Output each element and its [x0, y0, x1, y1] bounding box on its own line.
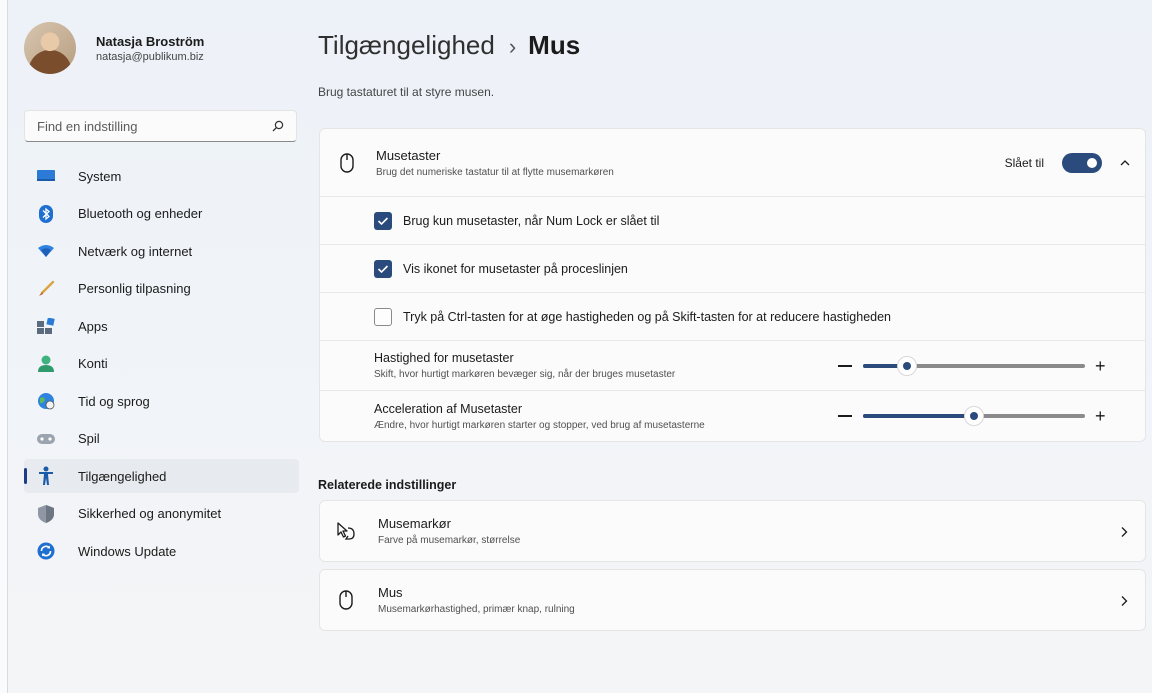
option-num-lock[interactable]: Brug kun musetaster, når Num Lock er slå… [320, 197, 1145, 245]
bluetooth-icon [36, 204, 56, 224]
page-subtitle: Brug tastaturet til at styre musen. [318, 85, 495, 99]
checkbox-ctrl-shift-speed[interactable] [374, 307, 392, 326]
window-edge [0, 0, 8, 693]
sidebar-item-personalization[interactable]: Personlig tilpasning [24, 272, 299, 306]
speed-description: Skift, hvor hurtigt markøren bevæger sig… [374, 369, 676, 380]
avatar[interactable] [24, 22, 76, 74]
user-profile[interactable]: Natasja Broström natasja@publikum.biz [16, 22, 296, 74]
checkmark-icon [377, 216, 389, 225]
sidebar-item-label: Bluetooth og enheder [78, 206, 203, 221]
mouse-keys-card: Musetaster Brug det numeriske tastatur t… [319, 128, 1146, 442]
related-settings-title: Relaterede indstillinger [318, 478, 457, 492]
sidebar-item-label: Tid og sprog [78, 393, 150, 409]
mouse-keys-title: Musetaster [376, 147, 441, 163]
minus-icon [838, 415, 852, 417]
checkbox-label: Tryk på Ctrl-tasten for at øge hastighed… [403, 309, 892, 324]
mouse-pointer-icon [337, 522, 355, 540]
speed-setting: Hastighed for musetaster Skift, hvor hur… [320, 341, 1145, 391]
apps-icon [36, 316, 56, 336]
slider-fill [863, 414, 974, 418]
sidebar-item-label: Konti [78, 356, 108, 371]
sidebar-item-accessibility[interactable]: Tilgængelighed [24, 459, 299, 493]
minus-icon [838, 364, 852, 367]
gamepad-icon [36, 429, 56, 449]
breadcrumb: Tilgængelighed › Mus [318, 30, 580, 61]
search-icon[interactable] [272, 120, 284, 132]
breadcrumb-separator: › [508, 34, 517, 59]
wifi-icon [36, 241, 56, 261]
mouse-icon [339, 590, 353, 610]
brush-icon [36, 279, 56, 299]
slider-track[interactable] [863, 355, 1085, 376]
sidebar-item-bluetooth[interactable]: Bluetooth og enheder [24, 197, 299, 231]
sidebar-item-label: Netværk og internet [78, 243, 193, 259]
speed-title: Hastighed for musetaster [374, 351, 514, 365]
chevron-up-icon[interactable] [1119, 157, 1131, 169]
sidebar-item-windows-update[interactable]: Windows Update [24, 534, 299, 568]
page-title: Mus [528, 30, 581, 60]
slider-thumb[interactable] [897, 355, 918, 376]
acceleration-slider[interactable]: + [838, 391, 1108, 441]
related-item-title: Mus [378, 585, 403, 600]
person-icon [36, 354, 56, 374]
globe-clock-icon [36, 391, 56, 411]
sidebar-item-gaming[interactable]: Spil [24, 422, 299, 456]
sidebar-item-network[interactable]: Netværk og internet [24, 234, 299, 268]
mouse-keys-toggle[interactable] [1062, 153, 1102, 173]
accessibility-icon [36, 466, 56, 486]
profile-name: Natasja Broström [96, 33, 205, 49]
slider-track[interactable] [863, 406, 1085, 426]
related-item-title: Musemarkør [378, 516, 451, 531]
search-placeholder: Find en indstilling [37, 118, 138, 134]
sidebar-item-privacy-security[interactable]: Sikkerhed og anonymitet [24, 497, 299, 531]
checkmark-icon [377, 264, 389, 273]
sidebar-item-label: Personlig tilpasning [78, 281, 191, 296]
speed-slider[interactable]: + [838, 341, 1108, 390]
checkbox-num-lock[interactable] [374, 211, 392, 230]
related-item-description: Farve på musemarkør, størrelse [378, 535, 521, 546]
acceleration-description: Ændre, hvor hurtigt markøren starter og … [374, 419, 705, 431]
system-icon [36, 166, 56, 186]
sidebar-item-apps[interactable]: Apps [24, 309, 299, 343]
toggle-knob [1087, 158, 1097, 168]
toggle-state-label: Slået til [1004, 156, 1044, 170]
mouse-icon [340, 152, 354, 173]
checkbox-label: Brug kun musetaster, når Num Lock er slå… [403, 213, 660, 228]
shield-icon [36, 504, 56, 524]
sidebar-item-label: Tilgængelighed [78, 468, 167, 484]
search-input[interactable]: Find en indstilling [24, 110, 297, 142]
plus-icon: + [1095, 355, 1106, 376]
sidebar-item-label: System [78, 168, 122, 184]
mouse-keys-description: Brug det numeriske tastatur til at flytt… [376, 166, 614, 178]
update-icon [36, 541, 56, 561]
sidebar: Natasja Broström natasja@publikum.biz Fi… [16, 22, 299, 572]
related-item-mouse[interactable]: Mus Musemarkørhastighed, primær knap, ru… [319, 569, 1146, 631]
option-taskbar-icon[interactable]: Vis ikonet for musetaster på proceslinje… [320, 245, 1145, 293]
profile-email: natasja@publikum.biz [96, 50, 204, 63]
option-ctrl-shift-speed[interactable]: Tryk på Ctrl-tasten for at øge hastighed… [320, 293, 1145, 341]
plus-icon: + [1095, 406, 1106, 426]
sidebar-item-label: Windows Update [78, 543, 177, 559]
chevron-right-icon [1121, 596, 1128, 606]
chevron-right-icon [1121, 527, 1128, 537]
nav-list: System Bluetooth og enheder Netværk og i… [16, 159, 299, 568]
sidebar-item-label: Sikkerhed og anonymitet [78, 506, 222, 521]
related-item-description: Musemarkørhastighed, primær knap, rulnin… [378, 604, 575, 615]
sidebar-item-time-language[interactable]: Tid og sprog [24, 384, 299, 418]
sidebar-item-accounts[interactable]: Konti [24, 347, 299, 381]
slider-thumb[interactable] [964, 406, 984, 426]
sidebar-item-system[interactable]: System [24, 159, 299, 193]
sidebar-item-label: Spil [78, 431, 100, 446]
breadcrumb-parent[interactable]: Tilgængelighed [318, 30, 495, 61]
related-item-mouse-pointer[interactable]: Musemarkør Farve på musemarkør, størrels… [319, 500, 1146, 562]
acceleration-title: Acceleration af Musetaster [374, 401, 522, 416]
sidebar-item-label: Apps [78, 318, 108, 334]
acceleration-setting: Acceleration af Musetaster Ændre, hvor h… [320, 391, 1145, 441]
checkbox-taskbar-icon[interactable] [374, 259, 392, 278]
checkbox-label: Vis ikonet for musetaster på proceslinje… [403, 261, 628, 276]
mouse-keys-header[interactable]: Musetaster Brug det numeriske tastatur t… [320, 129, 1145, 197]
